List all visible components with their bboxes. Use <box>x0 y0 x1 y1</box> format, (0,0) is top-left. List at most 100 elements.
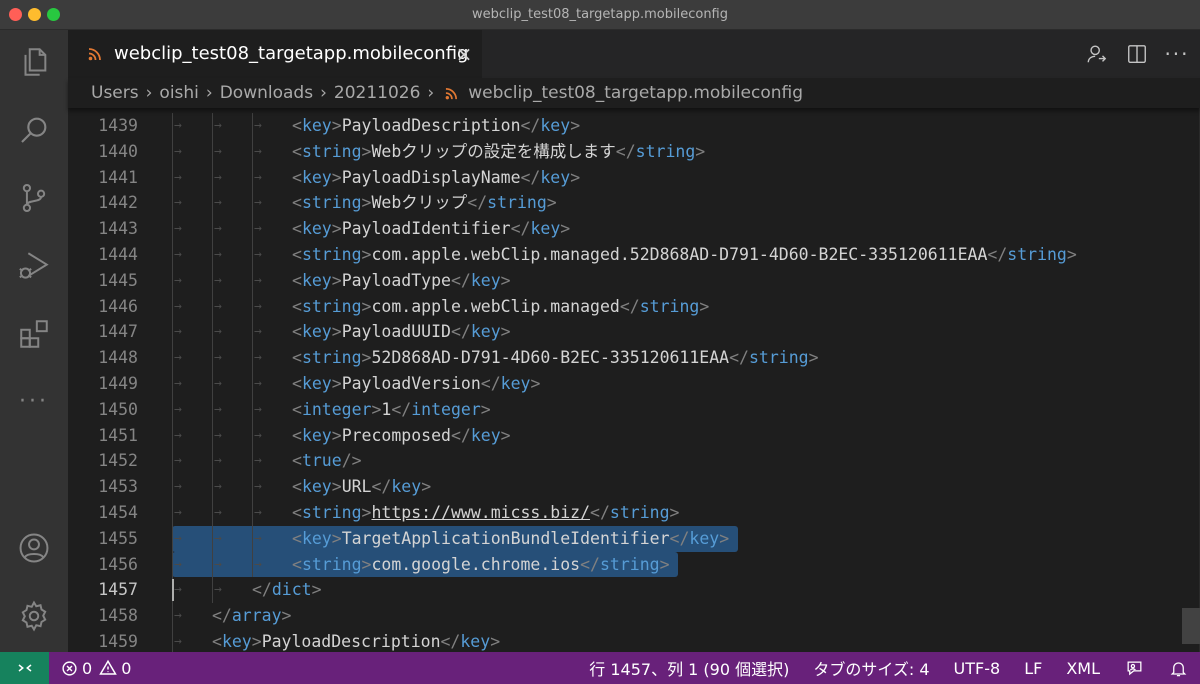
problems-indicator[interactable]: 0 0 <box>61 652 131 684</box>
code-text: <key>Precomposed</key> <box>292 423 511 449</box>
line-number: 1444 <box>98 244 138 264</box>
code-area[interactable]: → → → <key>PayloadDescription</key> → → → <stri… <box>172 113 1176 652</box>
line-number: 1452 <box>98 451 138 471</box>
code-line[interactable]: → → → <key>PayloadIdentifier</key> <box>172 216 1176 242</box>
code-line[interactable]: → → </dict> <box>172 577 1176 604</box>
encoding[interactable]: UTF-8 <box>942 659 1013 678</box>
code-line[interactable]: → → → <string>Webクリップ</string> <box>172 190 1176 217</box>
indent-guide <box>252 396 253 423</box>
tab-arrow-icon: → <box>174 246 182 262</box>
split-editor-button[interactable] <box>1124 41 1150 67</box>
line-number: 1446 <box>98 296 138 316</box>
line-number: 1454 <box>98 502 138 522</box>
vertical-scrollbar[interactable] <box>1182 608 1200 644</box>
breadcrumb-item[interactable]: oishi <box>159 83 198 103</box>
code-line[interactable]: → → → <key>TargetApplicationBundleIdentifie… <box>172 525 1176 552</box>
xml-text: com.apple.webClip.managed <box>371 296 620 316</box>
code-line[interactable]: → → → <key>URL</key> <box>172 474 1176 500</box>
remote-icon <box>18 664 31 672</box>
breadcrumb-item[interactable]: 20211026 <box>334 83 421 103</box>
breadcrumb-item[interactable]: Users <box>91 83 139 103</box>
code-text: <string>com.google.chrome.ios</string> <box>292 552 670 578</box>
code-line[interactable]: → → → <string>com.apple.webClip.managed</st… <box>172 293 1176 320</box>
tab-mobileconfig[interactable]: webclip_test08_targetapp.mobileconfig × <box>68 30 482 78</box>
notifications-button[interactable] <box>1168 658 1188 678</box>
code-line[interactable]: → → → <key>PayloadUUID</key> <box>172 319 1176 346</box>
indent-guide <box>212 396 213 423</box>
code-line[interactable]: → → → <key>PayloadType</key> <box>172 267 1176 294</box>
xml-tag: string <box>639 296 700 316</box>
tab-arrow-icon: → <box>214 324 222 340</box>
xml-punctuation: > <box>421 477 432 497</box>
activity-source-control[interactable] <box>0 168 68 228</box>
code-line[interactable]: → </array> <box>172 603 1176 629</box>
indent-guide <box>212 164 213 191</box>
indent-guide <box>212 293 213 320</box>
tab-arrow-icon: → <box>174 195 182 211</box>
xml-punctuation: </ <box>615 141 636 161</box>
rss-file-icon <box>88 48 101 61</box>
xml-punctuation: < <box>292 425 302 445</box>
tab-arrow-icon: → <box>254 453 262 469</box>
breadcrumb-item[interactable]: Downloads <box>220 83 313 103</box>
activity-extensions[interactable] <box>0 304 68 364</box>
activity-search[interactable] <box>0 100 68 160</box>
code-line[interactable]: → → → <string>52D868AD-D791-4D60-B2EC-33512… <box>172 345 1176 371</box>
indent-guide <box>172 345 173 371</box>
xml-tag: key <box>301 167 332 187</box>
language-mode[interactable]: XML <box>1054 659 1112 678</box>
tab-arrow-icon: → <box>254 530 262 546</box>
tab-label: webclip_test08_targetapp.mobileconfig <box>114 43 469 64</box>
xml-punctuation: </ <box>440 631 461 651</box>
code-text: <key>URL</key> <box>292 474 431 500</box>
code-line[interactable]: → → → <key>PayloadDisplayName</key> <box>172 164 1176 191</box>
xml-punctuation: > <box>331 322 342 342</box>
code-line[interactable]: → → → <string>com.google.chrome.ios</string… <box>172 551 1176 578</box>
indent-guide <box>212 525 213 552</box>
code-line[interactable]: → → → <string>Webクリップの設定を構成します</string> <box>172 138 1176 165</box>
code-line[interactable]: → → → <string>https://www.micss.biz/</strin… <box>172 499 1176 526</box>
chevron-right-icon: › <box>427 83 435 103</box>
activity-run-debug[interactable] <box>0 236 68 296</box>
xml-tag: key <box>301 270 332 290</box>
tab-arrow-icon: → <box>174 556 182 572</box>
xml-text: TargetApplicationBundleIdentifier <box>341 528 670 548</box>
xml-text: com.google.chrome.ios <box>371 554 581 574</box>
xml-punctuation: > <box>331 167 342 187</box>
indent-guide <box>172 448 173 475</box>
code-editor[interactable]: 1439 1440 1441 1442 1443 1444 1445 1446 1447 1448… <box>68 108 1200 652</box>
code-line[interactable]: → → → <string>com.apple.webClip.managed.52D… <box>172 241 1176 268</box>
code-line[interactable]: → → → <key>PayloadDescription</key> <box>172 113 1176 139</box>
code-line[interactable]: → → → <integer>1</integer> <box>172 396 1176 423</box>
activity-accounts[interactable] <box>0 518 68 578</box>
activity-manage[interactable] <box>0 586 68 646</box>
code-line[interactable]: → → → <key>Precomposed</key> <box>172 422 1176 449</box>
feedback-button[interactable] <box>1124 658 1144 678</box>
code-line[interactable]: → <key>PayloadDescription</key> <box>172 628 1176 652</box>
activity-more[interactable]: ··· <box>0 372 68 432</box>
more-actions-button[interactable]: ··· <box>1164 41 1190 67</box>
xml-punctuation: > <box>361 554 372 574</box>
cursor-position[interactable]: 行 1457、列 1 (90 個選択) <box>577 656 801 680</box>
tab-arrow-icon: → <box>174 530 182 546</box>
code-line[interactable]: → → → <true/> <box>172 448 1176 475</box>
indent-guide <box>252 370 253 397</box>
tab-arrow-icon: → <box>254 298 262 314</box>
tab-size[interactable]: タブのサイズ: 4 <box>801 656 941 680</box>
activity-bar: ··· <box>0 30 68 652</box>
activity-explorer[interactable] <box>0 32 68 92</box>
live-share-button[interactable] <box>1084 41 1110 67</box>
breadcrumb-item[interactable]: webclip_test08_targetapp.mobileconfig <box>468 83 803 103</box>
xml-punctuation: </ <box>450 270 471 290</box>
tab-arrow-icon: → <box>214 504 222 520</box>
indent-guide <box>252 499 253 526</box>
indent-guide <box>212 113 213 139</box>
tab-arrow-icon: → <box>254 195 262 211</box>
xml-text: com.apple.webClip.managed.52D868AD-D791-… <box>371 244 988 264</box>
code-line[interactable]: → → → <key>PayloadVersion</key> <box>172 370 1176 397</box>
remote-indicator[interactable] <box>0 652 49 684</box>
tab-close-icon[interactable]: × <box>452 42 476 66</box>
ellipsis-icon: ··· <box>1164 42 1190 66</box>
feedback-icon <box>1127 661 1141 675</box>
end-of-line[interactable]: LF <box>1012 659 1054 678</box>
